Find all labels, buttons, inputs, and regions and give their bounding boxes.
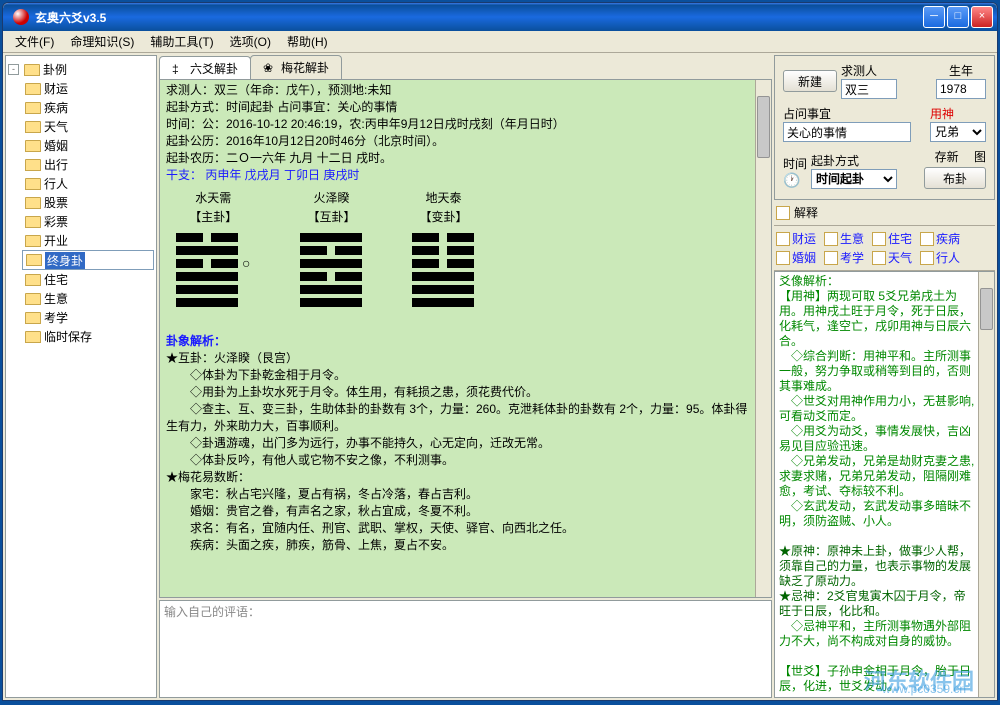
title-bar: 玄奥六爻v3.5 ─ □ × [3,3,997,31]
category-link[interactable]: 考学 [824,249,864,266]
folder-icon [25,102,41,114]
tree-item[interactable]: 住宅 [22,270,154,289]
folder-icon [26,254,42,266]
folder-icon [24,64,40,76]
tab-liuyao[interactable]: ‡六爻解卦 [159,56,251,80]
comment-input[interactable]: 输入自己的评语： [159,600,772,698]
menu-knowledge[interactable]: 命理知识(S) [62,31,142,52]
close-button[interactable]: × [971,6,993,28]
tree-item[interactable]: 婚姻 [22,136,154,155]
watermark-url: www.pc0359.cn [882,682,966,697]
folder-icon [25,312,41,324]
menu-file[interactable]: 文件(F) [7,31,62,52]
menu-tools[interactable]: 辅助工具(T) [142,31,221,52]
folder-icon [25,197,41,209]
tree-item[interactable]: 彩票 [22,212,154,231]
tu-link[interactable]: 图 [974,150,986,164]
folder-icon [25,140,41,152]
tree-item[interactable]: 财运 [22,79,154,98]
requester-input[interactable] [841,79,897,99]
tab-icon: ‡ [172,62,186,76]
menu-help[interactable]: 帮助(H) [279,31,336,52]
yongshen-select[interactable]: 兄弟 [930,122,986,142]
tree-item[interactable]: 生意 [22,289,154,308]
bugua-button[interactable]: 布卦 [924,167,986,189]
interpret-header: 解释 [774,200,995,226]
category-links: 财运生意住宅疾病婚姻考学天气行人 [774,226,995,271]
category-link[interactable]: 婚姻 [776,249,816,266]
category-link[interactable]: 住宅 [872,230,912,247]
tree-pane[interactable]: - 卦例 财运疾病天气婚姻出行行人股票彩票开业终身卦住宅生意考学临时保存 [5,55,157,698]
window-title: 玄奥六爻v3.5 [35,9,921,26]
category-link[interactable]: 疾病 [920,230,960,247]
category-link[interactable]: 行人 [920,249,960,266]
folder-icon [25,216,41,228]
tabs: ‡六爻解卦 ❀梅花解卦 [159,55,772,79]
method-select[interactable]: 时间起卦 [811,169,897,189]
tree-item[interactable]: 疾病 [22,98,154,117]
tree-item[interactable]: 天气 [22,117,154,136]
maximize-button[interactable]: □ [947,6,969,28]
birth-input[interactable] [936,79,986,99]
folder-icon [25,178,41,190]
tree-item[interactable]: 行人 [22,174,154,193]
folder-icon [25,331,41,343]
tree-root[interactable]: - 卦例 [8,60,154,79]
tab-icon: ❀ [263,61,277,75]
folder-icon [25,274,41,286]
new-button[interactable]: 新建 [783,70,837,92]
category-link[interactable]: 天气 [872,249,912,266]
scrollbar[interactable] [978,272,994,697]
tree-item[interactable]: 开业 [22,231,154,250]
folder-icon [25,159,41,171]
matter-input[interactable] [783,122,911,142]
collapse-icon[interactable]: - [8,64,19,75]
tree-item[interactable]: 临时保存 [22,327,154,346]
hexagram-change: 地天泰【变卦】 [412,190,474,310]
folder-icon [25,293,41,305]
form-panel: 新建 求测人 生年 占问事宜 用神兄弟 时间🕐 起卦方式时间起卦 存新 图 布卦 [774,55,995,200]
tree-item[interactable]: 考学 [22,308,154,327]
tree-item[interactable]: 股票 [22,193,154,212]
menu-bar: 文件(F) 命理知识(S) 辅助工具(T) 选项(O) 帮助(H) [3,31,997,53]
page-icon [776,206,790,220]
clock-icon[interactable]: 🕐 [783,172,800,188]
hexagram-mutual: 火泽睽【互卦】 [300,190,362,310]
result-area[interactable]: 求测人：双三（年命：戊午），预测地:未知 起卦方式：时间起卦 占问事宜：关心的事… [159,79,772,598]
save-link[interactable]: 存新 [935,150,959,164]
tree-item[interactable]: 终身卦 [22,250,154,270]
hexagram-main: 水天需【主卦】 ○ [176,190,250,310]
category-link[interactable]: 生意 [824,230,864,247]
folder-icon [25,83,41,95]
interpretation-text[interactable]: 爻像解析： 【用神】两现可取 5爻兄弟戌土为用。用神戌土旺于月令，死于日辰，化耗… [774,271,995,698]
menu-options[interactable]: 选项(O) [222,31,279,52]
app-icon [13,9,29,25]
category-link[interactable]: 财运 [776,230,816,247]
folder-icon [25,235,41,247]
tab-meihua[interactable]: ❀梅花解卦 [250,55,342,79]
tree-item[interactable]: 出行 [22,155,154,174]
scrollbar[interactable] [755,80,771,597]
minimize-button[interactable]: ─ [923,6,945,28]
folder-icon [25,121,41,133]
